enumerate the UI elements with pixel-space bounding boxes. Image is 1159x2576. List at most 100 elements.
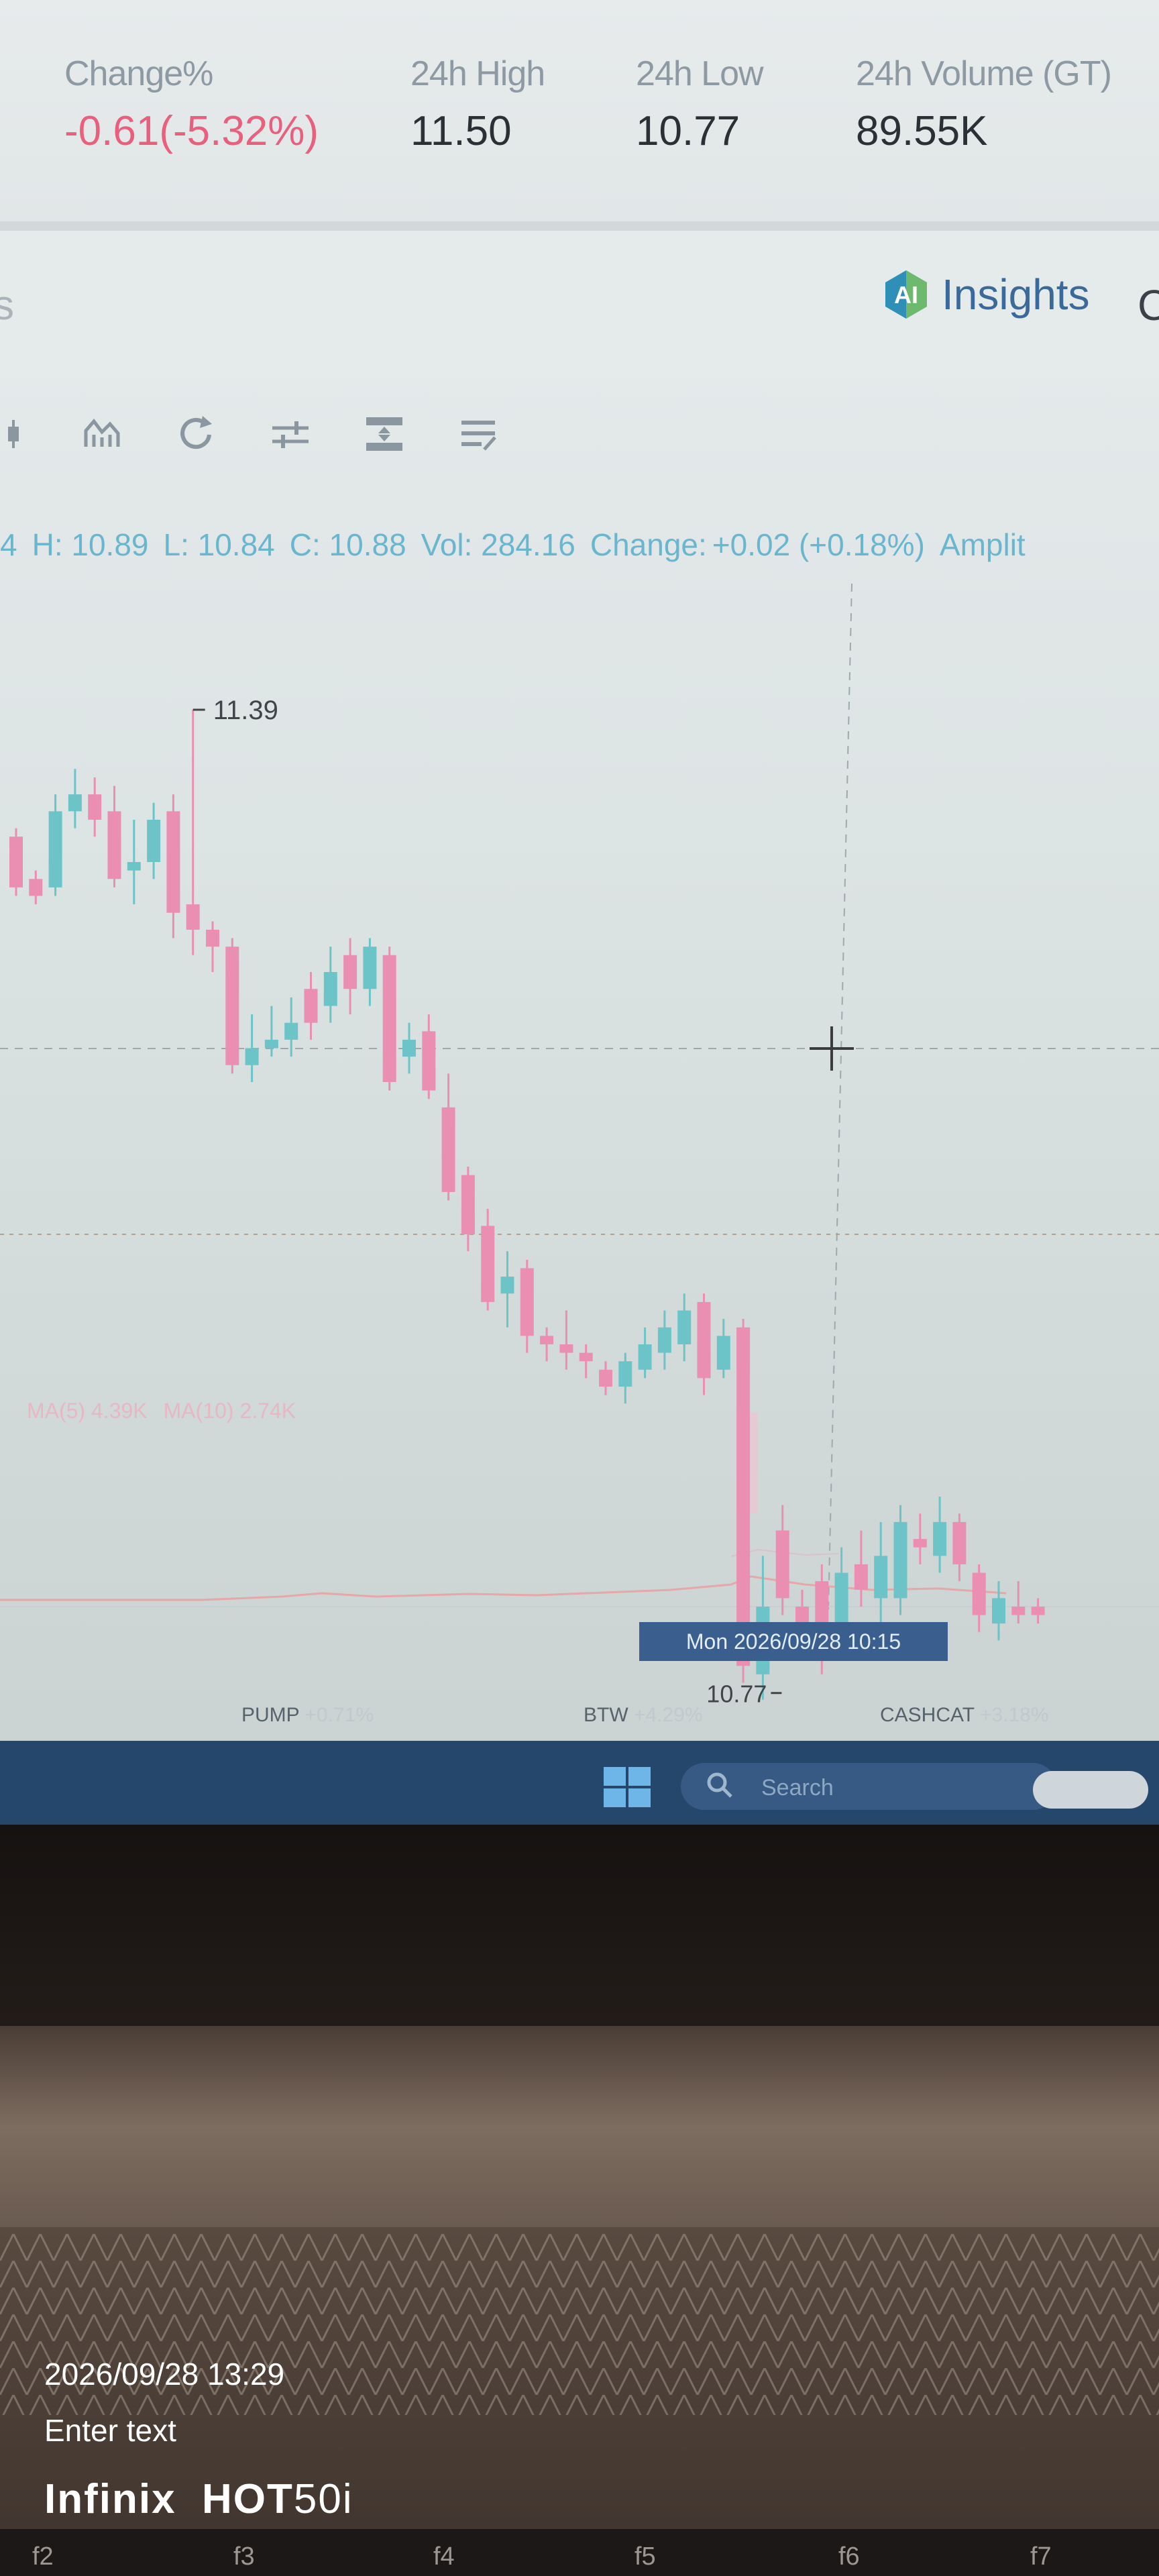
insights-button[interactable]: AI Insights [880, 268, 1090, 321]
candle[interactable] [107, 786, 121, 888]
candle[interactable] [540, 1327, 554, 1362]
candle[interactable] [284, 997, 298, 1057]
candle[interactable] [520, 1259, 534, 1353]
candle-body [657, 1327, 671, 1353]
candle[interactable] [225, 938, 239, 1074]
candle[interactable] [992, 1581, 1005, 1641]
candle[interactable] [441, 1073, 455, 1201]
candle[interactable] [1031, 1598, 1045, 1624]
candle[interactable] [599, 1361, 612, 1395]
candle[interactable] [323, 947, 337, 1023]
candle-body [461, 1175, 475, 1234]
tab-fragment-left[interactable]: s [0, 282, 14, 329]
f2-key[interactable]: f2 [32, 2542, 54, 2571]
search-icon [707, 1772, 732, 1798]
candle[interactable] [893, 1505, 907, 1615]
candle[interactable] [933, 1497, 947, 1573]
candle[interactable] [166, 794, 180, 938]
candle-body [264, 1039, 278, 1049]
candle-body [206, 929, 219, 947]
tray-widget[interactable] [1033, 1771, 1148, 1809]
candle-body [913, 1539, 927, 1548]
candle-body [186, 904, 200, 930]
candle[interactable] [697, 1293, 711, 1395]
crosshair-vertical [828, 583, 852, 1611]
f6-key[interactable]: f6 [838, 2542, 860, 2571]
candle-body [933, 1521, 947, 1556]
f4-key[interactable]: f4 [433, 2542, 455, 2571]
candlestick-chart[interactable]: 11.3910.77 [0, 564, 1159, 1744]
laptop-hinge [0, 2026, 1159, 2227]
candle[interactable] [657, 1310, 671, 1370]
f5-key[interactable]: f5 [634, 2542, 656, 2571]
candle[interactable] [422, 1014, 436, 1099]
candle[interactable] [775, 1505, 789, 1615]
volume-stat: 24h Volume (GT) 89.55K [856, 54, 1112, 155]
candle[interactable] [854, 1530, 868, 1607]
candle[interactable] [9, 828, 23, 896]
candle[interactable] [88, 777, 102, 837]
svg-text:AI: AI [894, 281, 918, 309]
candle[interactable] [186, 710, 200, 955]
candle[interactable] [716, 1319, 730, 1379]
candle[interactable] [382, 947, 396, 1091]
candle-body [599, 1369, 612, 1387]
layout-icon[interactable] [361, 411, 408, 458]
ohlc-change-value: +0.02 (+0.18%) [712, 527, 925, 562]
candle[interactable] [29, 870, 43, 905]
tape-item[interactable]: CASHCAT +3.18% [880, 1704, 1049, 1727]
drawing-list-icon[interactable] [455, 411, 502, 458]
ohlc-volume: Vol: 284.16 [421, 527, 575, 562]
taskbar-search-box[interactable] [681, 1763, 1056, 1810]
candle-body [775, 1530, 789, 1599]
candle[interactable] [48, 794, 62, 896]
candle-body [147, 819, 161, 863]
high-marker-label: 11.39 [213, 696, 278, 725]
candle-body [402, 1039, 416, 1057]
candle[interactable] [147, 802, 161, 879]
candle[interactable] [559, 1310, 573, 1370]
candle[interactable] [579, 1344, 593, 1379]
candle-body [540, 1336, 554, 1344]
candle[interactable] [481, 1209, 495, 1311]
candle-body [284, 1022, 298, 1040]
candle[interactable] [363, 938, 377, 1006]
candle-body [441, 1107, 455, 1192]
ai-badge-icon: AI [885, 270, 927, 319]
candle[interactable] [500, 1251, 514, 1328]
refresh-icon[interactable] [173, 411, 220, 458]
tab-fragment-right[interactable]: C [1138, 280, 1159, 330]
candle[interactable] [913, 1513, 927, 1564]
candle[interactable] [618, 1352, 632, 1404]
candle[interactable] [68, 769, 82, 828]
candle[interactable] [972, 1564, 986, 1632]
windows-start-icon[interactable] [602, 1766, 652, 1809]
candle-body [166, 811, 180, 913]
candle[interactable] [206, 921, 219, 972]
candle-body [697, 1301, 711, 1379]
candle-body [382, 955, 396, 1082]
candle[interactable] [127, 819, 141, 905]
candle[interactable] [245, 1014, 259, 1082]
candle-body [677, 1310, 692, 1344]
change-label: Change% [64, 54, 213, 93]
tape-item[interactable]: PUMP +0.71% [241, 1704, 374, 1727]
candle[interactable] [402, 1022, 416, 1074]
candle[interactable] [461, 1167, 475, 1252]
candle-body [68, 794, 82, 812]
f3-key[interactable]: f3 [233, 2542, 255, 2571]
candle[interactable] [952, 1513, 967, 1582]
candle[interactable] [677, 1293, 692, 1362]
candle[interactable] [638, 1327, 652, 1379]
settings-sliders-icon[interactable] [267, 411, 314, 458]
candle[interactable] [1011, 1581, 1026, 1624]
candle[interactable] [304, 972, 318, 1040]
ma5-label: MA(5) 4.39K [27, 1399, 148, 1423]
indicator-icon[interactable] [79, 411, 126, 458]
tape-item[interactable]: BTW +4.29% [584, 1704, 703, 1727]
candle-body [363, 947, 377, 989]
f7-key[interactable]: f7 [1030, 2542, 1052, 2571]
candle-type-icon[interactable] [0, 411, 47, 458]
crosshair-cursor[interactable] [810, 1026, 854, 1071]
candle[interactable] [343, 938, 357, 1015]
